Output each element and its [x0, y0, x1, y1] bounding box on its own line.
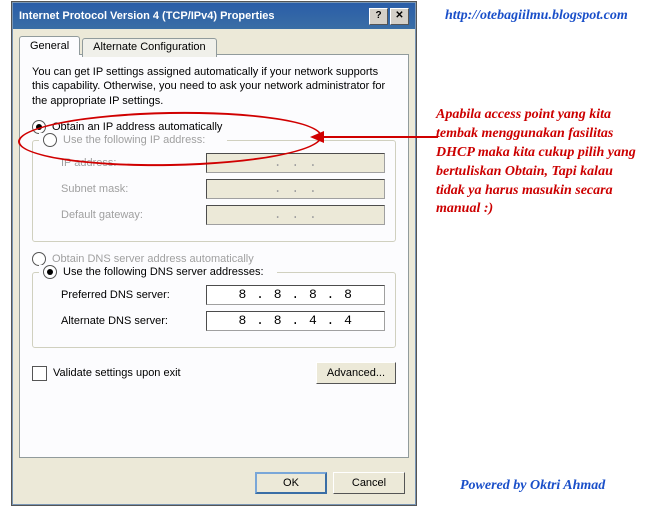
use-following-ip-label: Use the following IP address: — [63, 134, 205, 146]
radio-icon — [43, 265, 57, 279]
titlebar[interactable]: Internet Protocol Version 4 (TCP/IPv4) P… — [13, 3, 415, 29]
window-title: Internet Protocol Version 4 (TCP/IPv4) P… — [19, 10, 275, 22]
obtain-dns-auto-row[interactable]: Obtain DNS server address automatically — [32, 252, 396, 266]
annotation-powered-by: Powered by Oktri Ahmad — [460, 478, 605, 494]
ip-manual-group: Use the following IP address: IP address… — [32, 140, 396, 242]
advanced-button[interactable]: Advanced... — [316, 362, 396, 384]
annotation-url: http://otebagiilmu.blogspot.com — [445, 8, 628, 24]
description-text: You can get IP settings assigned automat… — [32, 65, 396, 108]
dns-manual-group: Use the following DNS server addresses: … — [32, 272, 396, 348]
preferred-dns-label: Preferred DNS server: — [61, 289, 206, 301]
help-button[interactable]: ? — [369, 8, 388, 25]
close-button[interactable]: ✕ — [390, 8, 409, 25]
dialog-button-row: OK Cancel — [13, 464, 415, 504]
ip-address-input: . . . — [206, 153, 385, 173]
obtain-ip-auto-row[interactable]: Obtain an IP address automatically — [32, 120, 396, 134]
ipv4-properties-dialog: Internet Protocol Version 4 (TCP/IPv4) P… — [12, 2, 416, 505]
subnet-mask-input: . . . — [206, 179, 385, 199]
validate-settings-row[interactable]: Validate settings upon exit — [32, 366, 181, 381]
validate-settings-label: Validate settings upon exit — [53, 367, 181, 379]
radio-icon — [32, 252, 46, 266]
use-following-ip-row[interactable]: Use the following IP address: — [39, 133, 227, 147]
checkbox-icon — [32, 366, 47, 381]
ip-address-label: IP address: — [61, 157, 206, 169]
obtain-ip-auto-label: Obtain an IP address automatically — [52, 121, 222, 133]
tab-general[interactable]: General — [19, 36, 80, 55]
alternate-dns-label: Alternate DNS server: — [61, 315, 206, 327]
radio-icon — [32, 120, 46, 134]
general-panel: You can get IP settings assigned automat… — [19, 54, 409, 458]
default-gateway-input: . . . — [206, 205, 385, 225]
annotation-note: Apabila access point yang kita tembak me… — [436, 106, 636, 219]
obtain-dns-auto-label: Obtain DNS server address automatically — [52, 253, 254, 265]
tab-alternate-configuration[interactable]: Alternate Configuration — [82, 38, 217, 57]
subnet-mask-label: Subnet mask: — [61, 183, 206, 195]
alternate-dns-input[interactable]: 8 . 8 . 4 . 4 — [206, 311, 385, 331]
tab-strip: General Alternate Configuration — [19, 36, 409, 55]
use-following-dns-label: Use the following DNS server addresses: — [63, 266, 264, 278]
default-gateway-label: Default gateway: — [61, 209, 206, 221]
radio-icon — [43, 133, 57, 147]
preferred-dns-input[interactable]: 8 . 8 . 8 . 8 — [206, 285, 385, 305]
use-following-dns-row[interactable]: Use the following DNS server addresses: — [39, 265, 277, 279]
ok-button[interactable]: OK — [255, 472, 327, 494]
cancel-button[interactable]: Cancel — [333, 472, 405, 494]
